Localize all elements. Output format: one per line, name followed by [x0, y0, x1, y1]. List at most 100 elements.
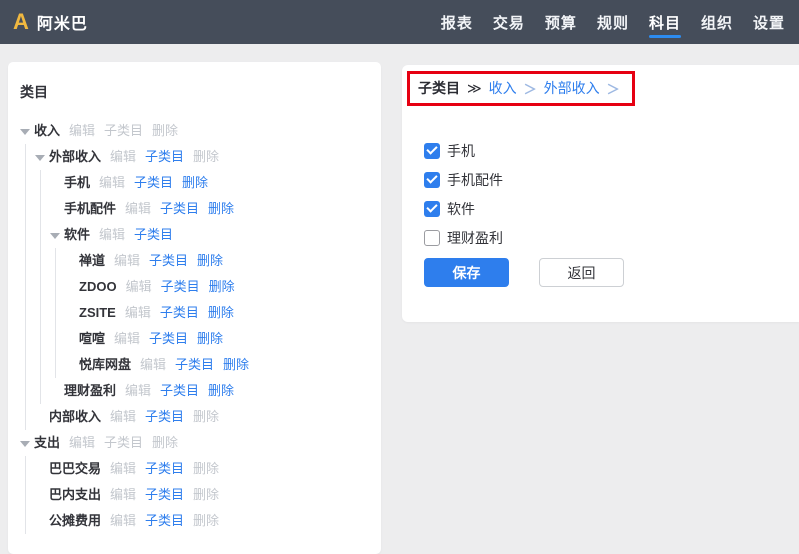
checkbox-row[interactable]: 理财盈利 — [424, 229, 779, 246]
checkbox-label[interactable]: 手机 — [447, 141, 475, 161]
nav-item-reports[interactable]: 报表 — [441, 0, 473, 44]
back-button[interactable]: 返回 — [539, 258, 624, 287]
tree-row: 软件编辑子类目 — [50, 222, 373, 248]
tree-action-edit[interactable]: 编辑 — [110, 404, 136, 430]
tree-action-subcategory[interactable]: 子类目 — [160, 300, 199, 326]
tree-node-name: 外部收入 — [49, 144, 101, 170]
caret-down-icon[interactable] — [20, 118, 34, 144]
tree-row: 公摊费用编辑子类目删除 — [35, 508, 373, 534]
tree-row: 手机配件编辑子类目删除 — [50, 196, 373, 222]
tree-action-edit[interactable]: 编辑 — [125, 378, 151, 404]
tree-node-name: 收入 — [34, 118, 60, 144]
caret-down-icon[interactable] — [50, 222, 64, 248]
tree-action-subcategory[interactable]: 子类目 — [134, 222, 173, 248]
checkbox-unchecked[interactable] — [424, 230, 440, 246]
tree-node-name: 理财盈利 — [64, 378, 116, 404]
logo-a-icon: A — [13, 11, 29, 33]
tree-action-edit[interactable]: 编辑 — [110, 482, 136, 508]
tree-action-delete[interactable]: 删除 — [209, 274, 235, 300]
tree-action-edit[interactable]: 编辑 — [125, 196, 151, 222]
tree-action-edit[interactable]: 编辑 — [125, 300, 151, 326]
checkbox-row[interactable]: 手机 — [424, 142, 779, 159]
checkbox-row[interactable]: 软件 — [424, 200, 779, 217]
tree-action-subcategory[interactable]: 子类目 — [145, 456, 184, 482]
tree-action-delete[interactable]: 删除 — [223, 352, 249, 378]
tree-action-edit[interactable]: 编辑 — [114, 248, 140, 274]
tree-action-delete[interactable]: 删除 — [208, 378, 234, 404]
tree-action-subcategory[interactable]: 子类目 — [145, 482, 184, 508]
tree-action-subcategory[interactable]: 子类目 — [160, 196, 199, 222]
tree-action-edit[interactable]: 编辑 — [99, 222, 125, 248]
tree-node-name: 支出 — [34, 430, 60, 456]
tree-action-subcategory[interactable]: 子类目 — [104, 430, 143, 456]
nav-item-transactions[interactable]: 交易 — [493, 0, 525, 44]
tree-row: 收入编辑子类目删除 — [20, 118, 373, 144]
tree-action-subcategory[interactable]: 子类目 — [149, 326, 188, 352]
tree-action-delete[interactable]: 删除 — [193, 456, 219, 482]
tree-action-edit[interactable]: 编辑 — [69, 430, 95, 456]
tree-node: ZSITE 编辑子类目删除 — [65, 300, 373, 326]
tree-action-subcategory[interactable]: 子类目 — [145, 404, 184, 430]
tree-action-delete[interactable]: 删除 — [193, 144, 219, 170]
tree-action-delete[interactable]: 删除 — [197, 248, 223, 274]
main-nav: 报表交易预算规则科目组织设置 — [421, 0, 785, 44]
tree-action-edit[interactable]: 编辑 — [110, 144, 136, 170]
checkbox-label[interactable]: 软件 — [447, 199, 475, 219]
tree-action-delete[interactable]: 删除 — [197, 326, 223, 352]
tree-action-subcategory[interactable]: 子类目 — [175, 352, 214, 378]
caret-down-icon[interactable] — [35, 144, 49, 170]
checkbox-label[interactable]: 理财盈利 — [447, 228, 503, 248]
tree-action-delete[interactable]: 删除 — [152, 118, 178, 144]
tree-action-edit[interactable]: 编辑 — [114, 326, 140, 352]
tree-children: 巴巴交易编辑子类目删除巴内支出编辑子类目删除公摊费用编辑子类目删除 — [25, 456, 373, 534]
save-button[interactable]: 保存 — [424, 258, 509, 287]
tree-action-edit[interactable]: 编辑 — [110, 456, 136, 482]
tree-action-subcategory[interactable]: 子类目 — [134, 170, 173, 196]
tree-action-subcategory[interactable]: 子类目 — [160, 378, 199, 404]
tree-action-subcategory[interactable]: 子类目 — [161, 274, 200, 300]
app-header: A 阿米巴 报表交易预算规则科目组织设置 — [0, 0, 799, 44]
tree-node: 禅道编辑子类目删除 — [65, 248, 373, 274]
breadcrumb-link[interactable]: 收入 — [489, 78, 517, 98]
checkbox-row[interactable]: 手机配件 — [424, 171, 779, 188]
tree-action-subcategory[interactable]: 子类目 — [145, 144, 184, 170]
tree-action-delete[interactable]: 删除 — [152, 430, 178, 456]
nav-item-organization[interactable]: 组织 — [701, 0, 733, 44]
tree-row: 巴巴交易编辑子类目删除 — [35, 456, 373, 482]
nav-item-subjects[interactable]: 科目 — [649, 0, 681, 44]
tree-action-edit[interactable]: 编辑 — [140, 352, 166, 378]
checkbox-label[interactable]: 手机配件 — [447, 170, 503, 190]
tree-action-subcategory[interactable]: 子类目 — [104, 118, 143, 144]
tree-action-edit[interactable]: 编辑 — [69, 118, 95, 144]
nav-item-budget[interactable]: 预算 — [545, 0, 577, 44]
tree-action-delete[interactable]: 删除 — [208, 196, 234, 222]
checkbox-checked[interactable] — [424, 201, 440, 217]
tree-action-edit[interactable]: 编辑 — [110, 508, 136, 534]
checkbox-checked[interactable] — [424, 143, 440, 159]
breadcrumb: 子类目≫收入＞外部收入＞ — [418, 78, 620, 98]
breadcrumb-link[interactable]: 外部收入 — [544, 78, 600, 98]
tree-action-delete[interactable]: 删除 — [193, 404, 219, 430]
tree-action-subcategory[interactable]: 子类目 — [145, 508, 184, 534]
tree-action-subcategory[interactable]: 子类目 — [149, 248, 188, 274]
tree-row: 悦库网盘编辑子类目删除 — [65, 352, 373, 378]
tree-row: 巴内支出编辑子类目删除 — [35, 482, 373, 508]
nav-item-settings[interactable]: 设置 — [753, 0, 785, 44]
tree-node-name: 手机配件 — [64, 196, 116, 222]
annotation-box: 子类目≫收入＞外部收入＞ — [407, 71, 635, 106]
caret-down-icon[interactable] — [20, 430, 34, 456]
tree-action-delete[interactable]: 删除 — [193, 508, 219, 534]
checkbox-checked[interactable] — [424, 172, 440, 188]
tree-action-delete[interactable]: 删除 — [208, 300, 234, 326]
tree-action-delete[interactable]: 删除 — [193, 482, 219, 508]
checkbox-list: 手机手机配件软件理财盈利 — [424, 142, 779, 246]
tree-node-name: ZSITE — [79, 300, 116, 326]
tree-node: 理财盈利编辑子类目删除 — [50, 378, 373, 404]
tree-row: 支出编辑子类目删除 — [20, 430, 373, 456]
tree-children: 禅道编辑子类目删除ZDOO编辑子类目删除ZSITE编辑子类目删除喧喧编辑子类目删… — [55, 248, 373, 378]
nav-item-rules[interactable]: 规则 — [597, 0, 629, 44]
tree-action-delete[interactable]: 删除 — [182, 170, 208, 196]
tree-action-edit[interactable]: 编辑 — [99, 170, 125, 196]
tree-action-edit[interactable]: 编辑 — [126, 274, 152, 300]
panel-title: 类目 — [20, 82, 373, 102]
